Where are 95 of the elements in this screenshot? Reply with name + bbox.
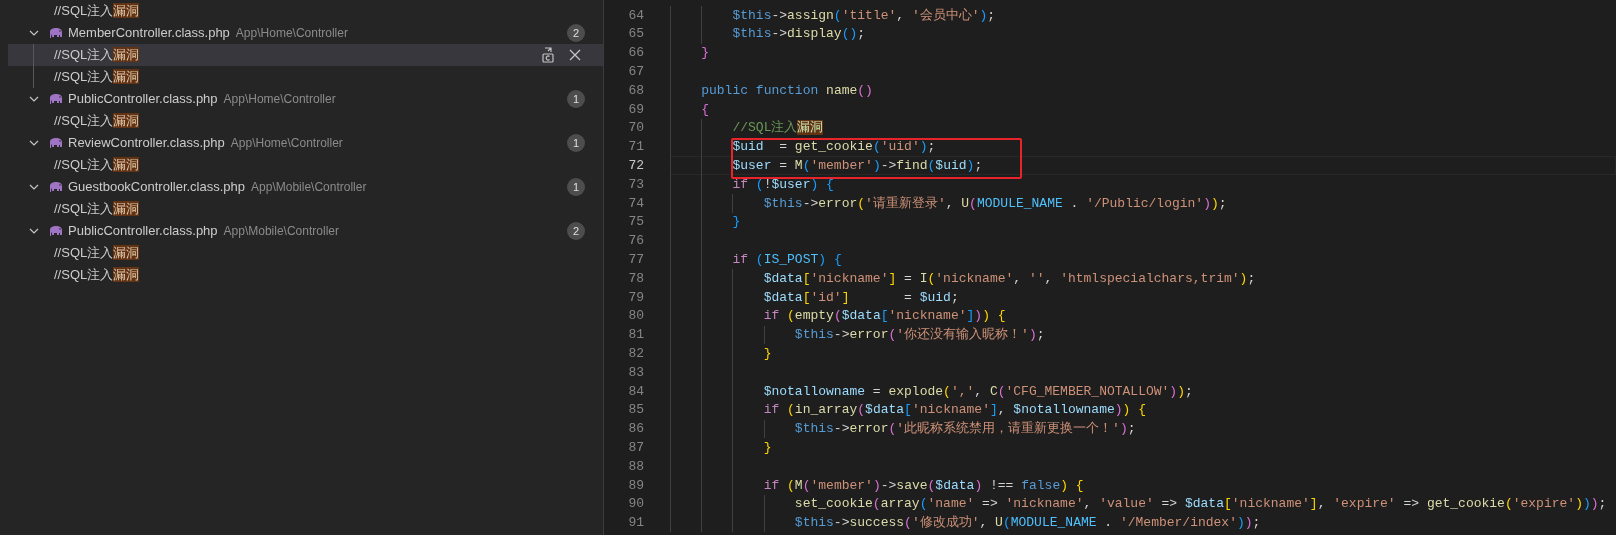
file-path: App\Mobile\Controller <box>251 179 367 196</box>
elephant-icon <box>48 27 64 39</box>
line-number: 80 <box>627 307 644 326</box>
code-line: $this->success('修改成功', U(MODULE_NAME . '/Member/index')); <box>793 514 1261 533</box>
file-name: ReviewController.class.php <box>68 134 225 153</box>
file-result-row[interactable]: PublicController.class.php App\Home\Controller 1 <box>8 88 603 110</box>
code-line: } <box>762 439 772 457</box>
code-line: if (!$user) { <box>731 175 834 194</box>
code-line: if (IS_POST) { <box>731 251 842 269</box>
code-line: if (empty($data['nickname'])) { <box>762 307 1006 326</box>
line-number: 73 <box>627 175 644 194</box>
elephant-icon <box>48 181 64 193</box>
match-text: //SQL注入漏洞 <box>54 46 140 65</box>
line-number: 81 <box>627 326 644 345</box>
match-text: //SQL注入漏洞 <box>54 112 140 131</box>
match-text: //SQL注入漏洞 <box>54 200 140 219</box>
code-line: { <box>700 100 710 119</box>
code-line: } <box>762 345 772 363</box>
line-number: 79 <box>627 288 644 307</box>
elephant-icon <box>48 225 64 237</box>
search-match-row[interactable]: //SQL注入漏洞 <box>8 198 603 220</box>
file-name: PublicController.class.php <box>68 90 218 109</box>
match-count-badge: 2 <box>567 24 585 42</box>
code-line: if (in_array($data['nickname'], $notallowname)) { <box>762 401 1147 420</box>
code-line: } <box>700 44 710 63</box>
search-match-row[interactable]: //SQL注入漏洞 <box>8 154 603 176</box>
file-path: App\Mobile\Controller <box>223 223 339 240</box>
file-result-row[interactable]: ReviewController.class.php App\Home\Controller 1 <box>8 132 603 154</box>
code-line: $data['id'] = $uid; <box>762 288 959 307</box>
match-text: //SQL注入漏洞 <box>54 266 140 285</box>
replace-icon[interactable] <box>541 47 555 63</box>
code-line: public function name() <box>700 81 873 100</box>
search-match-row[interactable]: //SQL注入漏洞 <box>8 242 603 264</box>
search-match-row[interactable]: //SQL注入漏洞 <box>8 44 603 66</box>
code-line: $this->assign('title', '会员中心'); <box>731 6 996 25</box>
line-number: 65 <box>627 25 644 44</box>
match-text: //SQL注入漏洞 <box>54 244 140 263</box>
file-path: App\Home\Controller <box>235 25 348 42</box>
line-number: 74 <box>627 194 644 213</box>
file-name: MemberController.class.php <box>68 24 230 43</box>
line-number: 76 <box>627 232 644 251</box>
match-count-badge: 1 <box>567 90 585 108</box>
search-match-row[interactable]: //SQL注入漏洞 <box>8 264 603 286</box>
line-number: 91 <box>627 514 644 533</box>
line-number: 86 <box>627 420 644 439</box>
file-path: App\Home\Controller <box>230 135 343 152</box>
code-line: $this->error('此昵称系统禁用，请重新更换一个！'); <box>793 420 1136 439</box>
code-line: $uid = get_cookie('uid'); <box>731 138 936 157</box>
line-number: 66 <box>627 44 644 63</box>
line-number: 90 <box>627 495 644 514</box>
file-result-row[interactable]: GuestbookController.class.php App\Mobile\Controller 1 <box>8 176 603 198</box>
line-number: 72 <box>627 157 644 176</box>
match-text: //SQL注入漏洞 <box>54 68 140 87</box>
line-number: 82 <box>627 345 644 363</box>
code-line: $this->error('请重新登录', U(MODULE_NAME . '/Public/login')); <box>762 194 1227 213</box>
file-result-row[interactable]: PublicController.class.php App\Mobile\Controller 2 <box>8 220 603 242</box>
line-number: 75 <box>627 213 644 232</box>
file-name: PublicController.class.php <box>68 222 218 241</box>
code-line: //SQL注入漏洞 <box>731 119 824 138</box>
line-number: 88 <box>627 457 644 476</box>
elephant-icon <box>48 137 64 149</box>
search-match-row[interactable]: //SQL注入漏洞 <box>8 110 603 132</box>
code-line: $user = M('member')->find($uid); <box>731 157 983 176</box>
elephant-icon <box>48 93 64 105</box>
code-line: $this->error('你还没有输入昵称！'); <box>793 326 1045 345</box>
line-number: 85 <box>627 401 644 420</box>
code-line: if (M('member')->save($data) !== false) { <box>762 476 1084 495</box>
line-number: 87 <box>627 439 644 457</box>
code-line: $data['nickname'] = I('nickname', '', 'htmlspecialchars,trim'); <box>762 269 1256 288</box>
code-line: set_cookie(array('name' => 'nickname', 'value' => $data['nickname'], 'expire' => get_cookie('expire'))); <box>793 495 1607 514</box>
line-number: 71 <box>627 138 644 157</box>
code-line: $this->display(); <box>731 25 866 44</box>
line-number: 67 <box>627 63 644 82</box>
match-count-badge: 1 <box>567 178 585 196</box>
search-match-row[interactable]: //SQL注入漏洞 <box>8 0 603 22</box>
match-text: //SQL注入漏洞 <box>54 156 140 175</box>
search-match-row[interactable]: //SQL注入漏洞 <box>8 66 603 88</box>
file-path: App\Home\Controller <box>223 91 336 108</box>
file-name: GuestbookController.class.php <box>68 178 246 197</box>
match-text: //SQL注入漏洞 <box>54 2 140 21</box>
line-number: 69 <box>627 100 644 119</box>
line-number: 83 <box>627 363 644 382</box>
line-number: 70 <box>627 119 644 138</box>
line-number: 68 <box>627 81 644 100</box>
line-number: 78 <box>627 269 644 288</box>
match-count-badge: 1 <box>567 134 585 152</box>
line-number: 89 <box>627 476 644 495</box>
close-icon[interactable] <box>569 49 581 61</box>
line-number: 64 <box>627 6 644 25</box>
file-result-row[interactable]: MemberController.class.php App\Home\Controller 2 <box>8 22 603 44</box>
match-count-badge: 2 <box>567 222 585 240</box>
line-number: 84 <box>627 382 644 401</box>
code-line: $notallowname = explode(',', C('CFG_MEMBER_NOTALLOW')); <box>762 382 1193 401</box>
code-line: } <box>731 213 741 232</box>
line-number: 77 <box>627 251 644 269</box>
